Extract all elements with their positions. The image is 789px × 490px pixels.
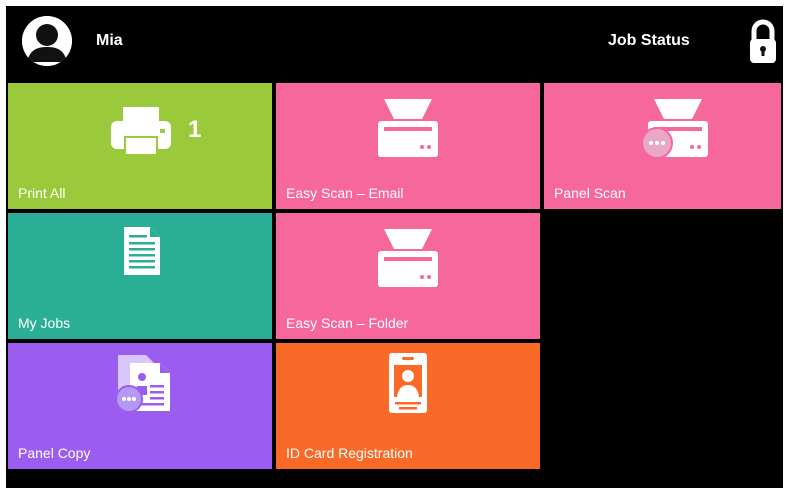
lock-icon[interactable] <box>748 18 778 66</box>
scanner-panel-icon <box>641 99 708 164</box>
tile-label: Print All <box>18 185 66 201</box>
tile-easy-scan-folder[interactable]: Easy Scan – Folder <box>276 213 540 339</box>
tile-label: Panel Copy <box>18 445 91 461</box>
document-icon <box>124 227 160 280</box>
scanner-icon <box>378 99 438 164</box>
tile-panel-scan[interactable]: Panel Scan <box>544 83 781 209</box>
copy-icon <box>112 355 172 418</box>
tile-panel-copy[interactable]: Panel Copy <box>8 343 272 469</box>
print-count-badge: 1 <box>188 116 202 143</box>
terminal-screen: Mia Job Status 1 Print All Easy Scan – E… <box>6 6 783 488</box>
tile-id-card-registration[interactable]: ID Card Registration <box>276 343 540 469</box>
user-avatar-icon[interactable] <box>22 16 72 66</box>
tile-print-all[interactable]: 1 Print All <box>8 83 272 209</box>
id-card-icon <box>389 353 427 418</box>
tile-label: Easy Scan – Folder <box>286 315 409 331</box>
job-status-button[interactable]: Job Status <box>608 32 690 50</box>
printer-icon <box>111 107 171 162</box>
tile-label: Panel Scan <box>554 185 626 201</box>
tile-label: Easy Scan – Email <box>286 185 404 201</box>
tile-label: ID Card Registration <box>286 445 413 461</box>
tile-label: My Jobs <box>18 315 71 331</box>
tile-my-jobs[interactable]: My Jobs <box>8 213 272 339</box>
tile-easy-scan-email[interactable]: Easy Scan – Email <box>276 83 540 209</box>
scanner-icon <box>378 229 438 294</box>
user-name: Mia <box>96 32 123 49</box>
header-bar: Mia Job Status <box>6 6 783 82</box>
